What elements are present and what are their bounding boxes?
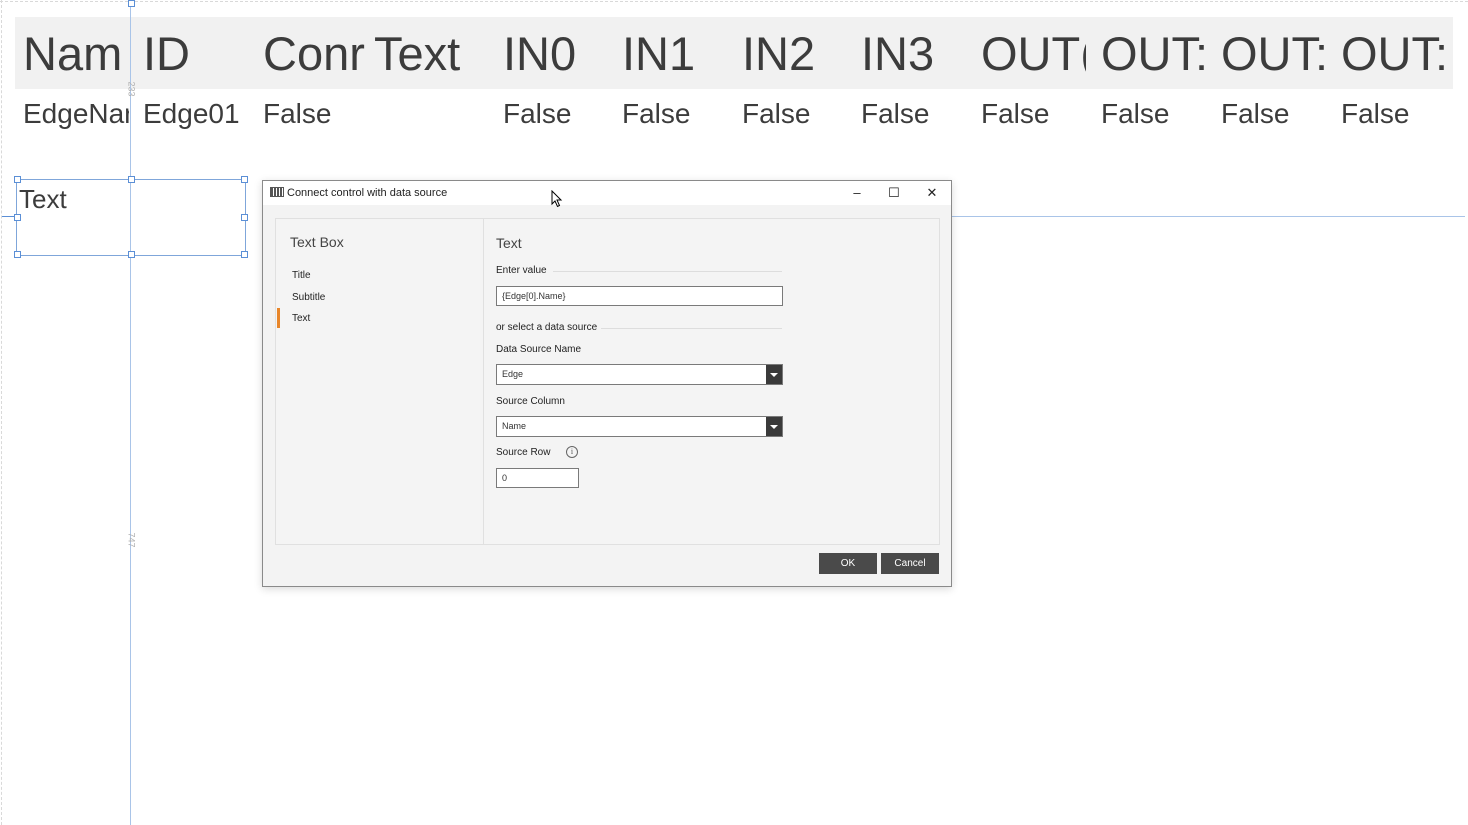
header-cell-out3[interactable]: OUT: — [1341, 26, 1446, 82]
guide-measure-top: 233 — [126, 81, 137, 97]
cell-out0[interactable]: False — [981, 97, 1091, 131]
guide-handle-top[interactable] — [128, 0, 135, 7]
cell-in1[interactable]: False — [622, 97, 732, 131]
cell-in2[interactable]: False — [742, 97, 852, 131]
header-cell-out1[interactable]: OUT: — [1101, 26, 1206, 82]
horizontal-guide — [952, 216, 1465, 217]
dialog-content: Text Box Title Subtitle Text Text Enter … — [275, 218, 940, 545]
dialog-title: Connect control with data source — [287, 187, 448, 199]
header-cell-text[interactable]: Text — [374, 26, 494, 82]
ok-button[interactable]: OK — [819, 553, 877, 574]
header-cell-in1[interactable]: IN1 — [622, 26, 732, 82]
minimize-button[interactable]: – — [842, 183, 872, 203]
enter-value-label: Enter value — [496, 265, 547, 276]
selected-text-box-control[interactable]: Text — [16, 179, 246, 256]
resize-handle-right[interactable] — [241, 214, 248, 221]
resize-handle-bottom-left[interactable] — [14, 251, 21, 258]
source-row-input[interactable] — [496, 468, 579, 488]
close-button[interactable]: ✕ — [917, 183, 947, 203]
header-cell-id[interactable]: ID — [143, 26, 253, 82]
pane-divider — [483, 219, 484, 544]
chevron-down-icon[interactable] — [766, 417, 782, 436]
cell-name[interactable]: EdgeNar — [23, 97, 129, 131]
section-divider — [601, 328, 782, 329]
dialog-titlebar[interactable]: Connect control with data source – ☐ ✕ — [263, 181, 951, 205]
resize-handle-top-right[interactable] — [241, 176, 248, 183]
cell-text[interactable] — [383, 97, 493, 131]
header-cell-out0[interactable]: OUT( — [981, 26, 1086, 82]
source-row-label: Source Row — [496, 447, 551, 458]
maximize-button[interactable]: ☐ — [879, 183, 909, 203]
data-source-name-label: Data Source Name — [496, 344, 582, 355]
cell-out2[interactable]: False — [1221, 97, 1331, 131]
canvas-border — [1, 0, 2, 825]
header-cell-conr[interactable]: Conr — [263, 26, 375, 82]
source-column-label: Source Column — [496, 396, 565, 407]
nav-active-indicator — [277, 308, 280, 328]
connect-data-source-dialog: Connect control with data source – ☐ ✕ T… — [262, 180, 952, 587]
or-select-label: or select a data source — [496, 322, 598, 333]
info-icon[interactable]: i — [566, 446, 578, 458]
cancel-button[interactable]: Cancel — [881, 553, 939, 574]
nav-title: Text Box — [290, 234, 344, 250]
chevron-down-icon[interactable] — [766, 365, 782, 384]
nav-item-text[interactable]: Text — [292, 313, 310, 324]
cell-out1[interactable]: False — [1101, 97, 1211, 131]
cell-in0[interactable]: False — [503, 97, 613, 131]
canvas-border — [0, 1, 1468, 2]
mouse-cursor-icon — [551, 190, 563, 208]
vertical-guide — [130, 0, 131, 825]
app-icon — [270, 187, 284, 197]
header-cell-in0[interactable]: IN0 — [503, 26, 613, 82]
value-input[interactable] — [496, 286, 783, 306]
resize-handle-top-left[interactable] — [14, 176, 21, 183]
header-cell-name[interactable]: Nam — [23, 26, 127, 82]
data-source-value: Edge — [502, 369, 524, 379]
nav-item-subtitle[interactable]: Subtitle — [292, 292, 325, 303]
cell-conr[interactable]: False — [263, 97, 373, 131]
cell-id[interactable]: Edge01 — [143, 97, 253, 131]
text-box-content: Text — [19, 184, 67, 214]
resize-handle-bottom-right[interactable] — [241, 251, 248, 258]
panel-title: Text — [496, 235, 522, 251]
resize-handle-top[interactable] — [128, 176, 135, 183]
guide-measure-bottom: 747 — [126, 532, 137, 548]
header-cell-in3[interactable]: IN3 — [861, 26, 971, 82]
resize-handle-left[interactable] — [14, 214, 21, 221]
data-source-combo[interactable]: Edge — [496, 364, 783, 385]
resize-handle-bottom[interactable] — [128, 251, 135, 258]
header-cell-in2[interactable]: IN2 — [742, 26, 852, 82]
cell-out3[interactable]: False — [1341, 97, 1451, 131]
source-column-combo[interactable]: Name — [496, 416, 783, 437]
section-divider — [553, 271, 782, 272]
source-column-value: Name — [502, 421, 527, 431]
nav-item-title[interactable]: Title — [292, 270, 311, 281]
header-cell-out2[interactable]: OUT: — [1221, 26, 1326, 82]
cell-in3[interactable]: False — [861, 97, 971, 131]
